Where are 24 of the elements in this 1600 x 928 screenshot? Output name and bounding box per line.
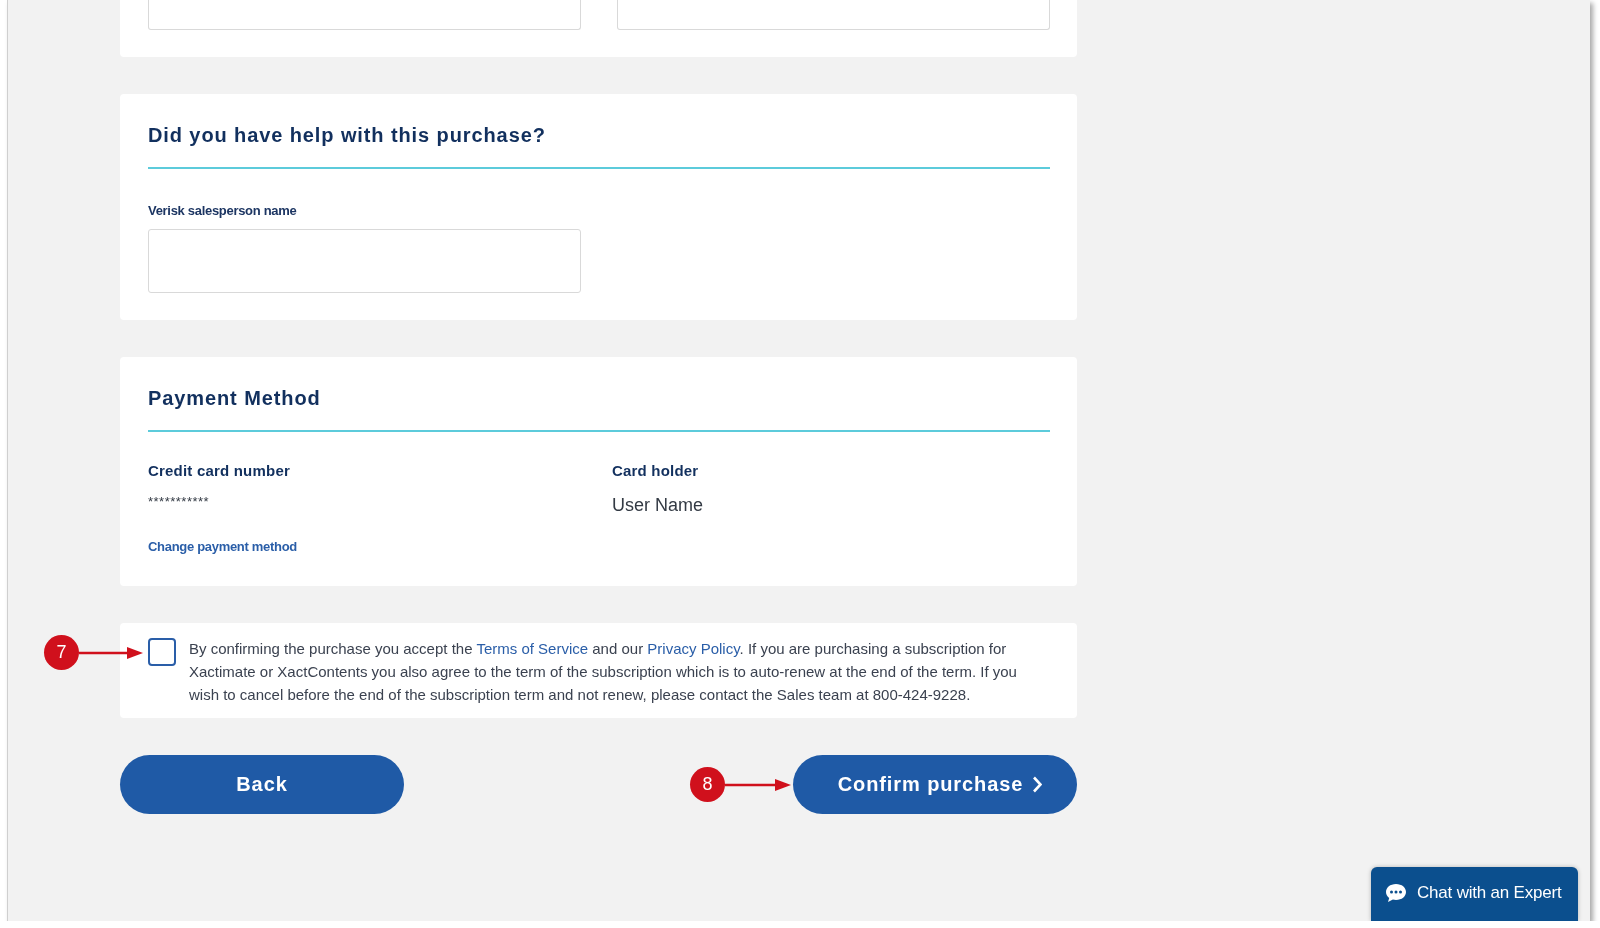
pointer-arrow [79,646,143,659]
agreement-text: By confirming the purchase you accept the Terms of Service and our Privacy Policy. If you are purchasing a subscription for Xactimate or XactContents you also agree to the term of the subscription which is to auto-renew at the end of the term. If you wish to cancel before the end of the subscription term and not renew, please contact the Sales team at 800-424-9228. [189,639,1018,705]
agreement-checkbox[interactable] [148,638,176,666]
input-field[interactable] [148,0,581,30]
chat-button[interactable]: Chat with an Expert [1371,867,1578,921]
step-marker: 7 [44,635,79,670]
field-label: Verisk salesperson name [148,203,297,219]
chat-bubble-icon [1385,883,1407,903]
detail-label: Card holder [612,462,699,480]
detail-label: Credit card number [148,462,290,480]
change-payment-link[interactable]: Change payment method [148,539,297,555]
detail-value: *********** [148,494,210,510]
input-field[interactable] [148,229,581,293]
inline-link[interactable]: Privacy Policy [647,640,740,657]
detail-value: User Name [612,494,704,516]
back-button[interactable]: Back [120,755,404,814]
pointer-arrow [725,778,791,791]
step-marker: 8 [690,767,725,802]
confirm-purchase-button[interactable]: Confirm purchase [793,755,1077,814]
input-field[interactable] [617,0,1050,30]
section-title: Payment Method [148,386,1050,432]
section-title: Did you have help with this purchase? [148,123,1050,169]
inline-link[interactable]: Terms of Service [476,640,589,657]
chevron-right-icon [1032,776,1043,793]
